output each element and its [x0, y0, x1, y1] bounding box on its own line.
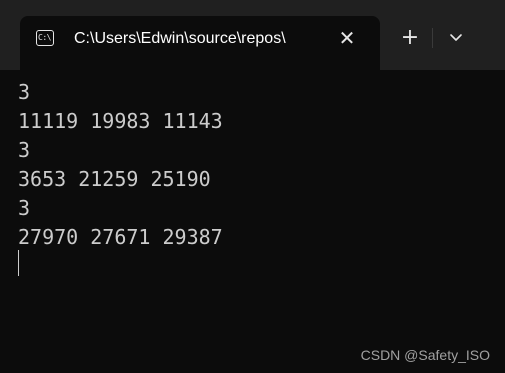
watermark: CSDN @Safety_ISO	[360, 347, 490, 363]
output-line: 11119 19983 11143	[18, 109, 223, 133]
output-lines: 3 11119 19983 11143 3 3653 21259 25190 3…	[18, 78, 223, 252]
output-line: 3	[18, 196, 31, 220]
terminal-icon: C:\	[36, 30, 54, 46]
output-line: 27970 27671 29387	[18, 225, 223, 249]
output-line: 3653 21259 25190	[18, 167, 211, 191]
tab-title: C:\Users\Edwin\source\repos\	[74, 30, 286, 47]
toolbar-divider	[432, 28, 433, 48]
profile-dropdown-button[interactable]	[440, 22, 472, 54]
close-tab-button[interactable]: ✕	[334, 25, 360, 51]
terminal-window: C:\ C:\Users\Edwin\source\repos\ ✕ + 3 1…	[0, 0, 505, 373]
new-tab-button[interactable]: +	[394, 22, 426, 54]
tab-bar: C:\ C:\Users\Edwin\source\repos\ ✕ +	[0, 0, 505, 70]
plus-icon: +	[400, 25, 420, 50]
output-line: 3	[18, 80, 31, 104]
output-line: 3	[18, 138, 31, 162]
tab-active[interactable]: C:\ C:\Users\Edwin\source\repos\ ✕	[20, 16, 380, 70]
terminal-output[interactable]: 3 11119 19983 11143 3 3653 21259 25190 3…	[0, 70, 505, 373]
close-icon: ✕	[338, 26, 356, 50]
text-cursor	[18, 250, 19, 276]
chevron-down-icon	[450, 34, 462, 41]
